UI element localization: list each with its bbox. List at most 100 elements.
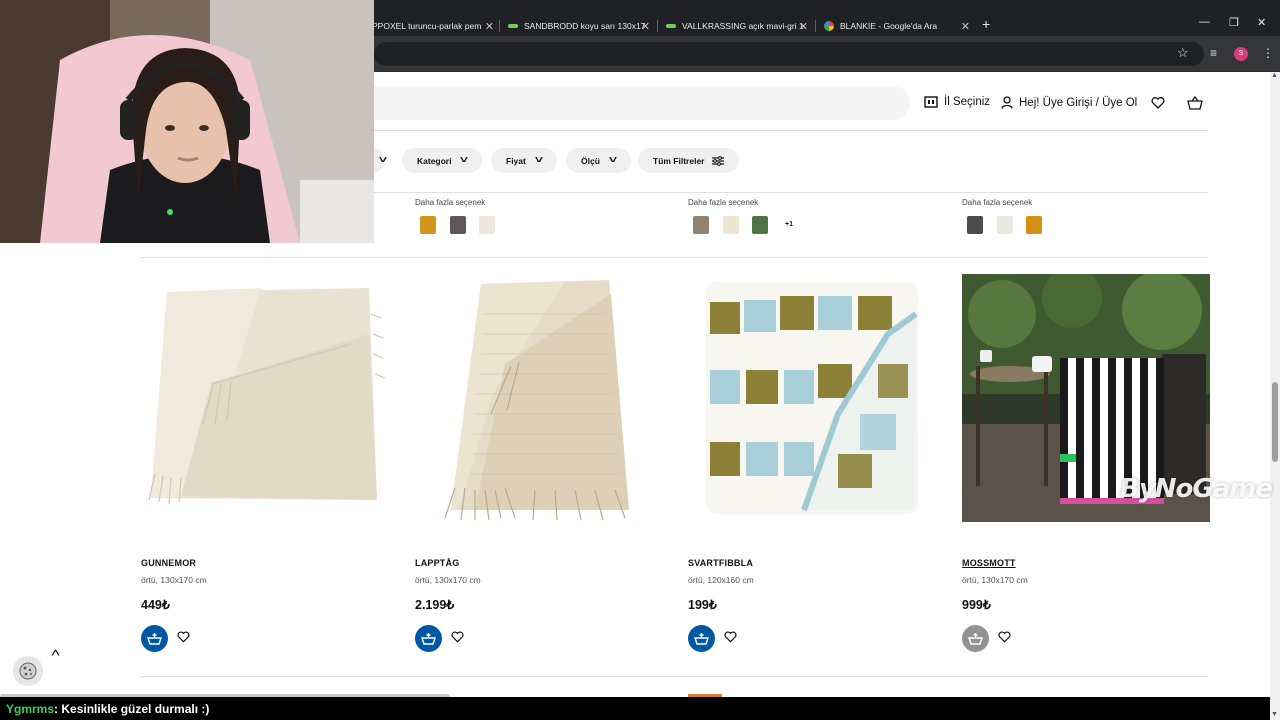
store-select-button[interactable]: İl Seçiniz: [924, 96, 990, 108]
product-description: örtü, 130x170 cm: [415, 575, 481, 585]
browser-tab[interactable]: BLANKIE - Google'da Ara ✕: [824, 16, 970, 36]
green-bar-icon: [666, 24, 676, 28]
chevron-down-icon: ˅: [608, 155, 617, 166]
bookmark-star-icon[interactable]: ☆: [1177, 45, 1189, 61]
product-price: 199₺: [688, 598, 717, 612]
vertical-scrollbar[interactable]: ▲ ▼: [1270, 72, 1280, 720]
browser-tab[interactable]: SANDBRODD koyu sarı 130x17 ✕: [508, 16, 650, 36]
filter-sliders-icon: [712, 155, 725, 166]
product-name[interactable]: GUNNEMOR: [141, 558, 196, 568]
webcam-image: [0, 0, 374, 243]
filter-label: Fiyat: [506, 155, 526, 166]
color-swatch[interactable]: [993, 213, 1017, 237]
chat-message: : Kesinlikle güzel durmalı :): [54, 701, 210, 716]
favorites-heart-icon[interactable]: [1151, 97, 1165, 109]
product-name[interactable]: LAPPTÅG: [415, 558, 459, 568]
more-options-label[interactable]: Daha fazla seçenek: [962, 198, 1032, 207]
add-to-cart-button[interactable]: [688, 625, 715, 652]
tab-separator: [499, 20, 500, 32]
tab-separator: [657, 20, 658, 32]
more-colors-badge[interactable]: +1: [777, 213, 801, 237]
color-swatch[interactable]: [475, 213, 499, 237]
cookie-settings-button[interactable]: [13, 656, 43, 686]
scroll-to-top-icon[interactable]: ˄: [51, 646, 61, 660]
product-description: örtü, 130x170 cm: [962, 575, 1028, 585]
close-icon[interactable]: ✕: [641, 20, 650, 33]
cart-plus-icon: [421, 632, 436, 645]
more-options-label[interactable]: Daha fazla seçenek: [415, 198, 485, 207]
profile-avatar[interactable]: S: [1234, 47, 1248, 61]
media-queue-icon[interactable]: ≡: [1210, 46, 1217, 60]
chevron-down-icon: ˅: [378, 155, 388, 166]
product-card[interactable]: SVARTFIBBLA örtü, 120x160 cm 199₺: [688, 274, 936, 652]
new-tab-button[interactable]: +: [982, 16, 990, 32]
add-to-cart-button[interactable]: [141, 625, 168, 652]
blanket-image: [415, 274, 663, 522]
browser-tab[interactable]: PPOXEL turuncu-parlak pem ✕: [372, 16, 494, 36]
wishlist-heart-icon[interactable]: [451, 631, 464, 643]
add-to-cart-button[interactable]: [415, 625, 442, 652]
login-button[interactable]: Hej! Üye Girişi / Üye Ol: [1001, 96, 1137, 109]
search-input[interactable]: [340, 86, 910, 120]
filter-fiyat-button[interactable]: Fiyat ˅: [491, 148, 557, 173]
product-description: örtü, 120x160 cm: [688, 575, 754, 585]
scroll-down-icon[interactable]: ▼: [1271, 711, 1278, 718]
close-icon[interactable]: ✕: [485, 20, 494, 33]
color-swatch[interactable]: [446, 213, 470, 237]
tab-title: BLANKIE - Google'da Ara: [840, 21, 938, 31]
product-image[interactable]: [415, 274, 663, 522]
scroll-up-icon[interactable]: ▲: [1271, 72, 1278, 79]
wishlist-heart-icon[interactable]: [724, 631, 737, 643]
filter-all-button[interactable]: Tüm Filtreler: [638, 148, 740, 173]
product-image[interactable]: [141, 274, 389, 522]
restore-icon[interactable]: ❐: [1229, 16, 1239, 29]
product-card[interactable]: LAPPTÅG örtü, 130x170 cm 2.199₺: [415, 274, 663, 652]
filter-label: Tüm Filtreler: [653, 155, 705, 166]
menu-icon[interactable]: ⋮: [1262, 46, 1274, 60]
color-swatch[interactable]: [748, 213, 772, 237]
filter-kategori-button[interactable]: Kategori ˅: [402, 148, 483, 173]
filter-label: Ölçü: [581, 155, 600, 166]
chat-username: Ygmrms: [6, 701, 55, 716]
minimize-icon[interactable]: —: [1199, 16, 1210, 28]
product-name[interactable]: SVARTFIBBLA: [688, 558, 753, 568]
blanket-image: [141, 274, 389, 522]
wishlist-heart-icon[interactable]: [998, 631, 1011, 643]
tab-title: SANDBRODD koyu sarı 130x17: [524, 21, 646, 31]
cart-plus-icon: [968, 632, 983, 645]
product-card[interactable]: GUNNEMOR örtü, 130x170 cm 449₺: [141, 274, 389, 652]
login-label: Hej! Üye Girişi / Üye Ol: [1019, 96, 1138, 109]
browser-tab[interactable]: VALLKRASSING açık mavi-gri 1 ✕: [666, 16, 808, 36]
product-name[interactable]: MOSSMOTT: [962, 558, 1016, 568]
product-image[interactable]: [688, 274, 936, 522]
watermark-logo: ByNoGame: [1120, 474, 1273, 504]
close-window-icon[interactable]: ✕: [1257, 16, 1266, 29]
color-swatch[interactable]: [719, 213, 743, 237]
green-bar-icon: [508, 24, 518, 28]
url-input[interactable]: [374, 42, 1204, 66]
row-divider: [140, 257, 1208, 258]
color-swatch[interactable]: [416, 213, 440, 237]
add-to-cart-button-disabled[interactable]: [962, 625, 989, 652]
filter-label: Kategori: [417, 155, 452, 166]
shopping-bag-icon[interactable]: [1187, 96, 1203, 110]
color-swatch[interactable]: [1022, 213, 1046, 237]
cart-plus-icon: [694, 632, 709, 645]
store-icon: [924, 96, 938, 108]
webcam-overlay: [0, 0, 374, 243]
tab-separator: [815, 20, 816, 32]
close-icon[interactable]: ✕: [799, 20, 808, 33]
color-swatch[interactable]: [689, 213, 713, 237]
cookie-icon: [19, 662, 37, 680]
chevron-down-icon: ˅: [460, 155, 469, 166]
wishlist-heart-icon[interactable]: [177, 631, 190, 643]
filter-olcu-button[interactable]: Ölçü ˅: [566, 148, 631, 173]
google-icon: [824, 21, 834, 31]
scrollbar-thumb[interactable]: [1272, 382, 1278, 462]
more-options-label[interactable]: Daha fazla seçenek: [688, 198, 758, 207]
close-icon[interactable]: ✕: [961, 20, 970, 33]
product-price: 449₺: [141, 598, 170, 612]
color-swatch[interactable]: [963, 213, 987, 237]
product-description: örtü, 130x170 cm: [141, 575, 207, 585]
user-icon: [1001, 96, 1013, 109]
